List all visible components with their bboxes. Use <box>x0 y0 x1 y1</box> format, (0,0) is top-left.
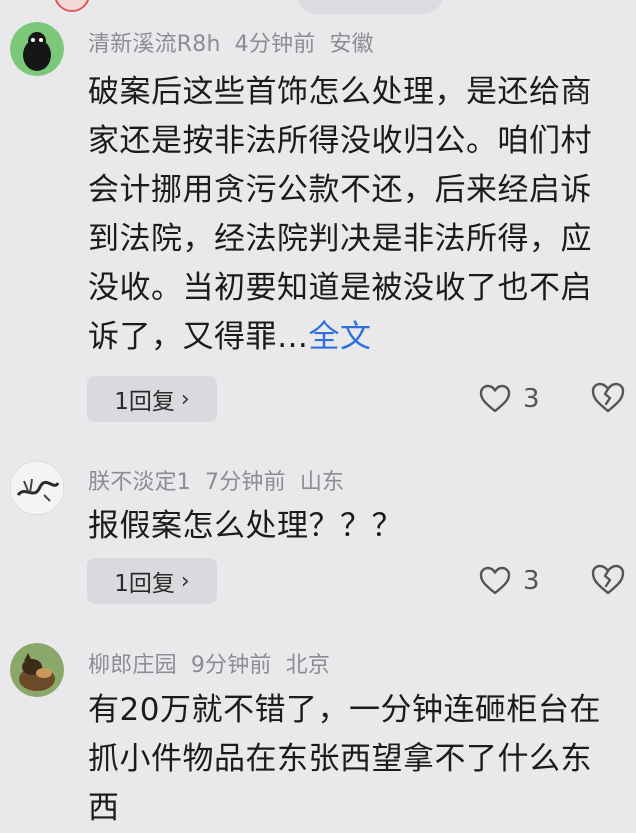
comment-text: 有20万就不错了，一分钟连砸柜台在抓小件物品在东张西望拿不了什么东西 <box>88 686 616 833</box>
dislike-button[interactable] <box>590 381 626 417</box>
replies-button[interactable]: 1回复 › <box>87 376 217 422</box>
replies-button[interactable]: 1回复 › <box>87 558 217 604</box>
comment-meta: 清新溪流R8h 4分钟前 安徽 <box>88 26 388 58</box>
username[interactable]: 清新溪流R8h <box>88 32 221 57</box>
location: 山东 <box>299 470 345 495</box>
top-input-bar[interactable] <box>296 0 444 14</box>
location: 北京 <box>285 653 331 678</box>
broken-heart-icon <box>591 382 625 413</box>
comment-body: 有20万就不错了，一分钟连砸柜台在抓小件物品在东张西望拿不了什么东西 <box>88 692 601 826</box>
avatar[interactable] <box>10 461 64 515</box>
comment-body: 破案后这些首饰怎么处理，是还给商家还是按非法所得没收归公。咱们村会计挪用贪污公款… <box>88 74 592 355</box>
dislike-button[interactable] <box>590 563 626 599</box>
like-count: 3 <box>523 566 540 596</box>
timestamp: 7分钟前 <box>205 470 286 495</box>
like-count: 3 <box>523 384 540 414</box>
timestamp: 9分钟前 <box>190 653 272 678</box>
username[interactable]: 柳郎庄园 <box>88 653 177 678</box>
timestamp: 4分钟前 <box>234 32 316 57</box>
replies-label: 1回复 <box>114 389 175 415</box>
broken-heart-icon <box>591 564 625 595</box>
username[interactable]: 朕不淡定1 <box>88 470 191 495</box>
comment-text: 报假案怎么处理？？？ <box>88 502 616 551</box>
avatar[interactable] <box>10 22 64 76</box>
comment-body: 报假案怎么处理？？？ <box>88 508 403 544</box>
heart-outline-icon <box>479 566 511 595</box>
location: 安徽 <box>329 32 374 57</box>
chevron-right-icon: › <box>180 386 190 412</box>
avatar[interactable] <box>10 643 64 697</box>
expand-full-text-link[interactable]: 全文 <box>309 319 372 355</box>
comment-meta: 朕不淡定1 7分钟前 山东 <box>88 464 358 496</box>
comment-meta: 柳郎庄园 9分钟前 北京 <box>88 647 344 679</box>
replies-label: 1回复 <box>114 571 175 597</box>
chevron-right-icon: › <box>180 568 190 594</box>
like-button[interactable]: 3 <box>479 561 540 601</box>
like-button[interactable]: 3 <box>479 379 540 419</box>
partial-avatar <box>54 0 90 12</box>
comment-text: 破案后这些首饰怎么处理，是还给商家还是按非法所得没收归公。咱们村会计挪用贪污公款… <box>88 68 616 362</box>
heart-outline-icon <box>479 384 511 413</box>
